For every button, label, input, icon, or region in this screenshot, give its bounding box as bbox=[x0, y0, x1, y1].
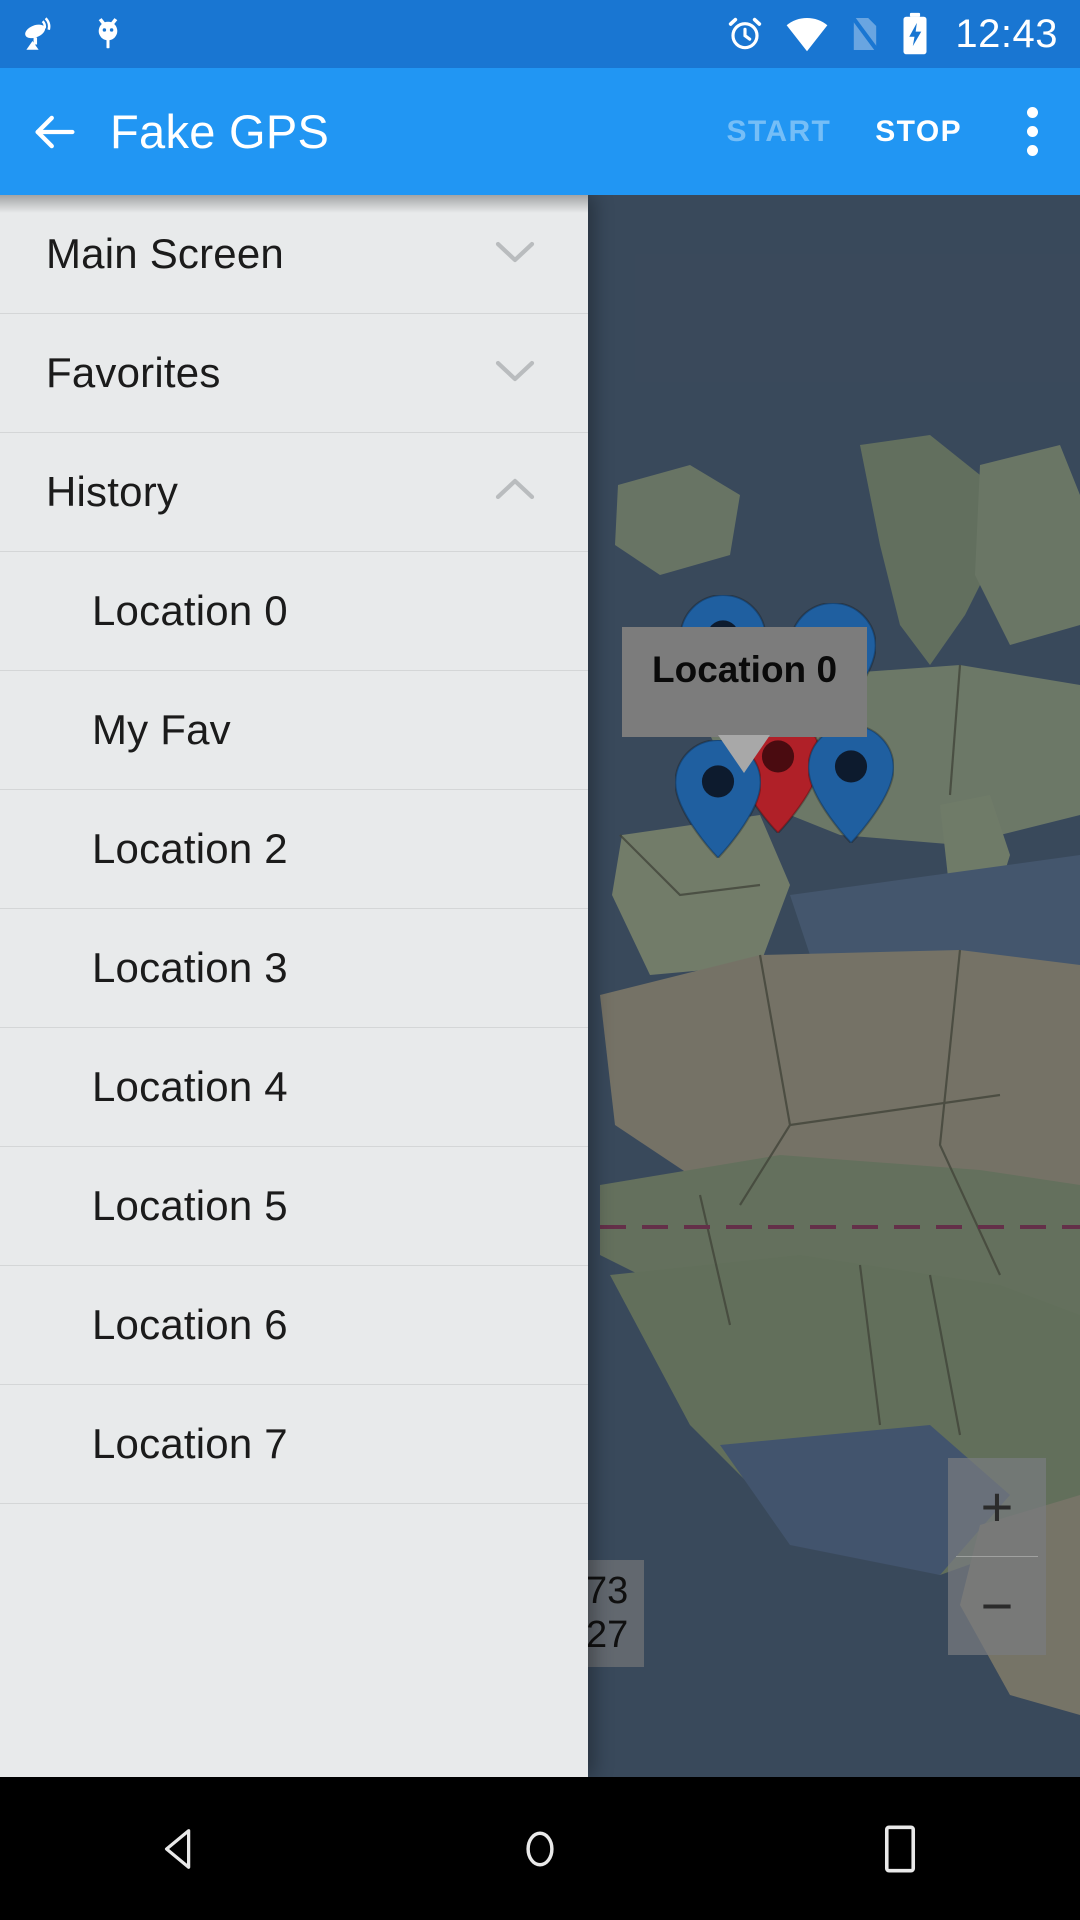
start-button[interactable]: START bbox=[704, 115, 853, 149]
nav-home-icon bbox=[526, 1831, 554, 1866]
drawer-list: Main Screen Favorites History Location 0 My … bbox=[0, 195, 588, 1504]
drawer-history-item[interactable]: Location 4 bbox=[0, 1028, 588, 1147]
drawer-history-item-label: Location 6 bbox=[92, 1301, 288, 1348]
back-button[interactable] bbox=[0, 106, 110, 158]
drawer-group-label: Favorites bbox=[46, 349, 221, 396]
chevron-up-icon[interactable] bbox=[488, 473, 542, 512]
navigation-drawer: Main Screen Favorites History Location 0 My … bbox=[0, 195, 588, 1777]
status-bar: 12:43 bbox=[0, 0, 1080, 68]
drawer-history-item-label: Location 3 bbox=[92, 944, 288, 991]
app-bar-actions: START STOP bbox=[704, 107, 1080, 156]
page-title: Fake GPS bbox=[110, 105, 330, 158]
status-bar-right-icons: 12:43 bbox=[725, 12, 1058, 57]
phone-screen: 12:43 Fake GPS START STOP Location 0 73 … bbox=[0, 0, 1080, 1920]
zoom-out-button[interactable]: − bbox=[948, 1557, 1046, 1655]
nav-back-button[interactable] bbox=[0, 1824, 360, 1874]
drawer-history-item-label: Location 5 bbox=[92, 1182, 288, 1229]
stop-button[interactable]: STOP bbox=[853, 115, 984, 149]
drawer-history-item[interactable]: Location 0 bbox=[0, 552, 588, 671]
drawer-history-item-label: Location 2 bbox=[92, 825, 288, 872]
info-window-tail bbox=[718, 735, 770, 773]
zoom-in-button[interactable]: + bbox=[948, 1458, 1046, 1556]
map-pin-icon bbox=[807, 723, 895, 845]
nav-home-button[interactable] bbox=[360, 1822, 720, 1876]
drawer-history-item[interactable]: Location 7 bbox=[0, 1385, 588, 1504]
overflow-dot-icon bbox=[1026, 145, 1038, 156]
chevron-down-icon[interactable] bbox=[488, 354, 542, 393]
drawer-history-item[interactable]: My Fav bbox=[0, 671, 588, 790]
coordinate-line-1: 73 bbox=[586, 1569, 629, 1612]
drawer-history-item-label: Location 0 bbox=[92, 587, 288, 634]
overflow-dot-icon bbox=[1026, 126, 1038, 137]
no-sim-icon bbox=[850, 14, 881, 54]
drawer-history-item[interactable]: Location 6 bbox=[0, 1266, 588, 1385]
drawer-group-label: Main Screen bbox=[46, 230, 284, 277]
drawer-group-label: History bbox=[46, 468, 179, 515]
coordinate-line-2: 27 bbox=[586, 1614, 629, 1657]
marker-italy[interactable] bbox=[807, 723, 895, 845]
app-bar: Fake GPS START STOP bbox=[0, 68, 1080, 195]
drawer-history-item[interactable]: Location 2 bbox=[0, 790, 588, 909]
map-zoom-controls: + − bbox=[948, 1458, 1046, 1655]
drawer-history-item-label: Location 7 bbox=[92, 1420, 288, 1467]
info-window-title: Location 0 bbox=[652, 649, 838, 690]
system-navigation-bar bbox=[0, 1777, 1080, 1920]
overflow-menu-button[interactable] bbox=[984, 107, 1080, 156]
alarm-icon bbox=[729, 17, 762, 50]
gps-satellite-icon bbox=[25, 17, 51, 50]
drawer-group-history[interactable]: History bbox=[0, 433, 588, 552]
nav-recents-icon bbox=[884, 1824, 916, 1873]
map-info-window[interactable]: Location 0 bbox=[622, 627, 868, 773]
back-arrow-icon bbox=[35, 115, 75, 148]
nav-recents-button[interactable] bbox=[720, 1823, 1080, 1875]
drawer-top-shadow bbox=[0, 195, 588, 213]
drawer-history-item[interactable]: Location 3 bbox=[0, 909, 588, 1028]
plus-icon: + bbox=[980, 1475, 1014, 1538]
nav-back-icon bbox=[164, 1828, 191, 1869]
battery-charging-icon bbox=[903, 12, 927, 55]
minus-icon: − bbox=[980, 1574, 1014, 1637]
android-debug-icon bbox=[98, 18, 118, 49]
drawer-history-item-label: My Fav bbox=[92, 706, 231, 753]
wifi-icon bbox=[787, 17, 828, 52]
drawer-history-item-label: Location 4 bbox=[92, 1063, 288, 1110]
drawer-history-item[interactable]: Location 5 bbox=[0, 1147, 588, 1266]
status-bar-left-icons bbox=[22, 13, 126, 55]
overflow-dot-icon bbox=[1026, 107, 1038, 118]
status-bar-clock: 12:43 bbox=[955, 11, 1058, 56]
drawer-group-favorites[interactable]: Favorites bbox=[0, 314, 588, 433]
chevron-down-icon[interactable] bbox=[488, 235, 542, 274]
